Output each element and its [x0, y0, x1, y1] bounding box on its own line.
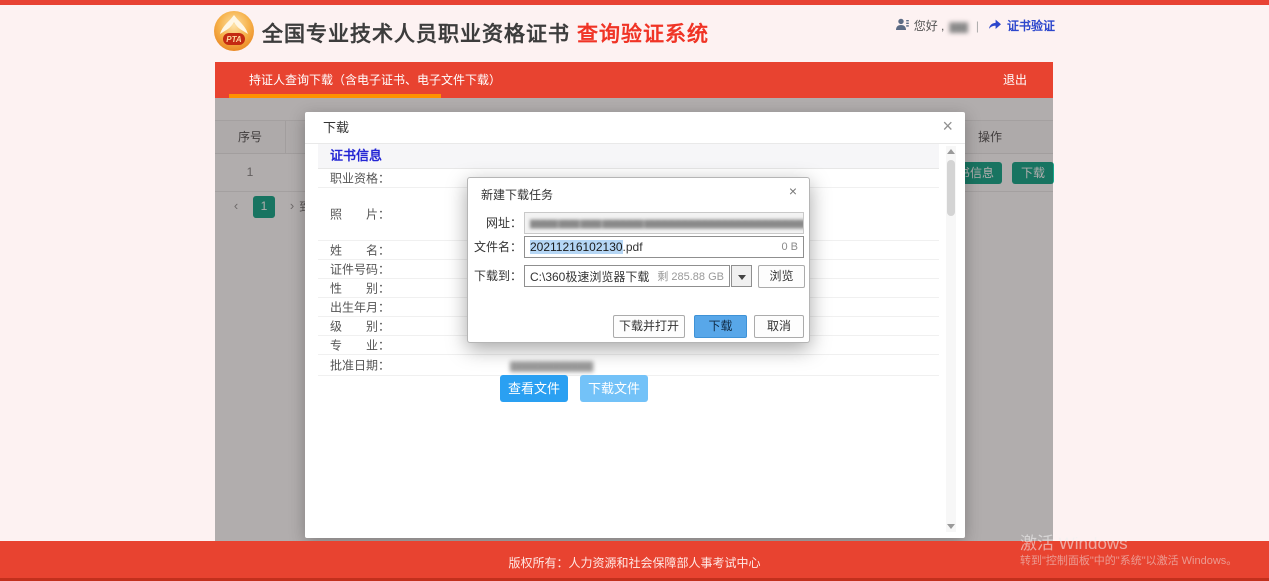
- page-title-accent: 查询验证系统: [577, 18, 709, 48]
- logout-button[interactable]: 退出: [1003, 62, 1027, 98]
- url-input[interactable]: ▆▆▆▆ ▆▆▆ ▆▆▆ ▆▆▆▆▆▆ ▆▆▆▆▆▆▆▆▆▆▆▆▆▆▆▆▆▆▆▆…: [524, 212, 804, 234]
- share-arrow-icon: [987, 18, 1002, 34]
- filename-selected-text: 20211216102130: [530, 240, 623, 254]
- page-title-main: 全国专业技术人员职业资格证书: [262, 18, 570, 48]
- greeting-text: 您好 ,: [914, 17, 945, 34]
- windows-activation-watermark-line1: 激活 Windows: [1020, 529, 1128, 554]
- cert-verify-link[interactable]: 证书验证: [1007, 17, 1055, 34]
- field-label: 出生年月：: [330, 299, 390, 316]
- download-file-button[interactable]: 下载文件: [580, 375, 648, 402]
- field-label: 批准日期：: [330, 357, 390, 374]
- field-label: 级 别：: [330, 318, 390, 335]
- nav-tab-holder-query-download[interactable]: 持证人查询下载（含电子证书、电子文件下载）: [249, 62, 501, 98]
- modal-title: 下载: [323, 112, 349, 144]
- download-and-open-button[interactable]: 下载并打开: [613, 315, 685, 338]
- filename-label: 文件名：: [474, 236, 522, 258]
- scroll-down-icon[interactable]: [947, 524, 955, 529]
- field-label: 证件号码：: [330, 261, 390, 278]
- navbar: 持证人查询下载（含电子证书、电子文件下载） 退出: [215, 62, 1053, 98]
- filename-input[interactable]: 20211216102130 .pdf 0 B: [524, 236, 804, 258]
- dialog-close-icon[interactable]: ×: [789, 183, 797, 199]
- scroll-up-icon[interactable]: [947, 149, 955, 154]
- save-path-dropdown-button[interactable]: [731, 265, 752, 287]
- download-confirm-button[interactable]: 下载: [694, 315, 747, 338]
- modal-close-icon[interactable]: ×: [942, 117, 953, 135]
- brand: PTA 全国专业技术人员职业资格证书 查询验证系统: [213, 10, 709, 56]
- modal-titlebar: 下载 ×: [305, 112, 965, 144]
- windows-activation-watermark-line2: 转到"控制面板"中的"系统"以激活 Windows。: [1020, 552, 1237, 568]
- url-label: 网址：: [478, 212, 522, 234]
- view-file-button[interactable]: 查看文件: [500, 375, 568, 402]
- file-size-label: 0 B: [781, 241, 803, 253]
- chevron-down-icon: [738, 275, 746, 280]
- browse-button[interactable]: 浏览: [758, 265, 805, 288]
- user-icon: [895, 18, 909, 34]
- scrollbar-thumb[interactable]: [947, 160, 955, 216]
- svg-text:PTA: PTA: [226, 35, 242, 44]
- screen: PTA 全国专业技术人员职业资格证书 查询验证系统 您好 , ▆▆ | 证书验证…: [0, 0, 1269, 581]
- save-to-label: 下载到：: [474, 265, 522, 287]
- new-download-task-dialog: 新建下载任务 × 网址： ▆▆▆▆ ▆▆▆ ▆▆▆ ▆▆▆▆▆▆ ▆▆▆▆▆▆▆…: [467, 177, 810, 343]
- field-label: 专 业：: [330, 337, 390, 354]
- username-redacted: ▆▆: [949, 19, 967, 33]
- field-label: 性 别：: [330, 280, 390, 297]
- save-path-combobox[interactable]: C:\360极速浏览器下载 剩 285.88 GB: [524, 265, 730, 287]
- field-label: 职业资格：: [330, 170, 390, 187]
- modal-scrollbar[interactable]: [946, 146, 956, 532]
- user-bar: 您好 , ▆▆ | 证书验证: [895, 17, 1055, 34]
- cancel-button[interactable]: 取消: [754, 315, 804, 338]
- free-space-label: 剩 285.88 GB: [657, 268, 729, 284]
- approval-date-value-redacted: ▆▆▆▆▆▆▆▆▆: [510, 358, 593, 372]
- field-label: 照 片：: [330, 206, 390, 223]
- url-value-redacted: ▆▆▆▆ ▆▆▆ ▆▆▆ ▆▆▆▆▆▆ ▆▆▆▆▆▆▆▆▆▆▆▆▆▆▆▆▆▆▆▆…: [525, 218, 804, 229]
- dialog-title: 新建下载任务: [481, 186, 553, 203]
- filename-extension: .pdf: [623, 240, 643, 254]
- section-title: 证书信息: [318, 144, 939, 169]
- pta-logo-icon: PTA: [213, 10, 255, 57]
- save-path-value: C:\360极速浏览器下载: [530, 268, 649, 285]
- field-label: 姓 名：: [330, 242, 390, 259]
- field-row-approval-date: 批准日期： ▆▆▆▆▆▆▆▆▆: [318, 355, 939, 376]
- top-accent-strip: [0, 0, 1269, 5]
- userbar-separator: |: [976, 19, 979, 33]
